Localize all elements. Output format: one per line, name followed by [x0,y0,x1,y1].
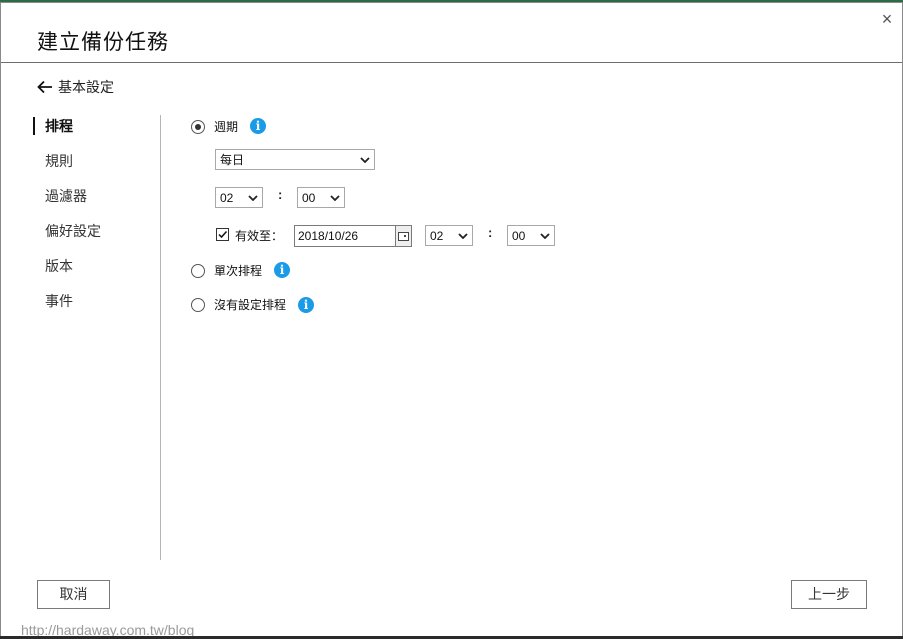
no-schedule-label: 沒有設定排程 [214,298,287,312]
sidebar-nav: 排程 規則 過濾器 偏好設定 版本 事件 [33,113,153,323]
until-minute-select[interactable]: 00 [507,225,555,246]
calendar-icon[interactable] [395,225,412,247]
previous-step-button[interactable]: 上一步 [791,580,867,609]
until-hour-select[interactable]: 02 [425,225,473,246]
no-schedule-info-icon[interactable]: i [298,297,314,313]
chevron-down-icon [327,189,343,206]
sidebar-item-rules[interactable]: 規則 [33,148,153,183]
minute-value: 00 [302,191,316,205]
valid-until-date-input[interactable]: 2018/10/26 [294,225,396,247]
arrow-left-icon [37,80,52,94]
chevron-down-icon [357,151,373,168]
until-minute-value: 00 [512,229,526,243]
sidebar-item-preferences[interactable]: 偏好設定 [33,218,153,253]
valid-until-label: 有效至： [235,229,284,243]
frequency-select[interactable]: 每日 [215,149,375,170]
sidebar-item-schedule[interactable]: 排程 [33,113,153,148]
backup-task-dialog: × 建立備份任務 基本設定 排程 規則 過濾器 偏好設定 版本 事件 週期 i … [1,3,902,638]
sidebar-item-events[interactable]: 事件 [33,288,153,323]
minute-select[interactable]: 00 [297,187,345,208]
sidebar-item-versions[interactable]: 版本 [33,253,153,288]
once-label: 單次排程 [214,264,263,278]
checkmark-icon [218,230,228,239]
until-time-separator: : [488,225,493,240]
back-link-label: 基本設定 [58,79,114,95]
until-hour-value: 02 [430,229,444,243]
time-separator: : [278,187,283,202]
chevron-down-icon [245,189,261,206]
periodic-label: 週期 [214,120,239,134]
chevron-down-icon [455,227,471,244]
valid-until-checkbox[interactable] [216,228,229,241]
close-icon[interactable]: × [877,9,897,29]
cancel-button[interactable]: 取消 [37,580,110,609]
sidebar-divider [160,115,161,560]
hour-value: 02 [220,191,234,205]
periodic-radio[interactable] [191,120,205,134]
frequency-value: 每日 [220,153,245,167]
once-radio[interactable] [191,264,205,278]
chevron-down-icon [537,227,553,244]
hour-select[interactable]: 02 [215,187,263,208]
periodic-info-icon[interactable]: i [250,118,266,134]
back-to-basic-settings-link[interactable]: 基本設定 [37,77,114,97]
sidebar-item-filters[interactable]: 過濾器 [33,183,153,218]
no-schedule-radio[interactable] [191,298,205,312]
dialog-title: 建立備份任務 [37,31,169,54]
once-info-icon[interactable]: i [274,262,290,278]
title-divider [1,62,902,63]
